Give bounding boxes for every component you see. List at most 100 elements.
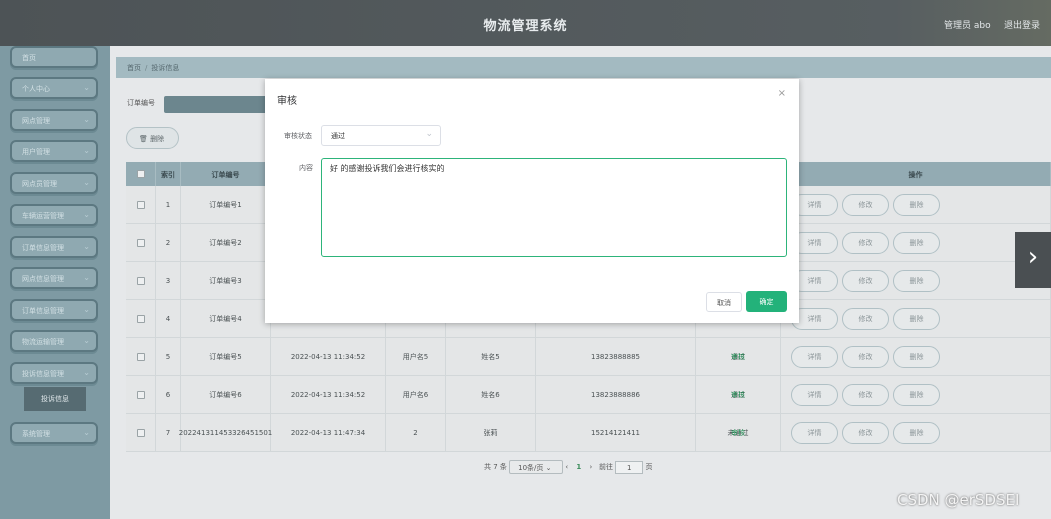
cell-time: 2022-04-13 11:47:34 (271, 414, 386, 452)
cell-time: 2022-04-13 11:34:52 (271, 338, 386, 376)
close-icon[interactable]: × (778, 88, 786, 99)
cancel-button[interactable]: 取消 (706, 292, 742, 312)
cell-actions: 详情 修改 删除 (781, 414, 1051, 452)
edit-button[interactable]: 修改 (842, 232, 889, 254)
edit-button[interactable]: 修改 (842, 384, 889, 406)
checkbox-icon (136, 277, 145, 285)
chevron-down-icon: ⌄ (83, 428, 90, 437)
goto-page-input[interactable]: 1 (615, 460, 644, 474)
search-input[interactable] (164, 96, 274, 113)
sidebar-item[interactable]: 网点员管理 ⌄ (10, 172, 98, 194)
dialog-title: 审核 (277, 96, 297, 107)
audit-link[interactable]: 审核 (731, 352, 745, 363)
current-user: 管理员 abo (944, 21, 991, 31)
confirm-button[interactable]: 确定 (746, 291, 787, 312)
chevron-right-icon[interactable]: › (1015, 232, 1051, 288)
detail-button[interactable]: 详情 (791, 384, 838, 406)
cell-actions: 详情 修改 删除 (781, 376, 1051, 414)
chevron-down-icon: ⌄ (83, 336, 90, 345)
sidebar-item[interactable]: 物流运输管理 ⌄ (10, 330, 98, 352)
row-checkbox[interactable] (126, 376, 156, 414)
next-page-icon[interactable]: › (590, 463, 593, 471)
row-delete-button[interactable]: 删除 (893, 384, 940, 406)
cell-order: 订单编号6 (181, 376, 271, 414)
top-header: 物流管理系统 管理员 abo 退出登录 (0, 0, 1051, 46)
sidebar-item[interactable]: 订单信息管理 ⌄ (10, 236, 98, 258)
cell-phone: 13823888886 (536, 376, 696, 414)
checkbox-icon (136, 170, 145, 178)
row-delete-button[interactable]: 删除 (893, 422, 940, 444)
sidebar-item[interactable]: 用户管理 ⌄ (10, 140, 98, 162)
table-row: 6 订单编号6 2022-04-13 11:34:52 用户名6 姓名6 13823888… (126, 376, 1051, 414)
row-checkbox[interactable] (126, 300, 156, 338)
audit-link[interactable]: 审核 (731, 428, 745, 439)
table-row: 5 订单编号5 2022-04-13 11:34:52 用户名5 姓名5 13823888… (126, 338, 1051, 376)
cell-order: 订单编号5 (181, 338, 271, 376)
prev-page-icon[interactable]: ‹ (565, 463, 568, 471)
row-checkbox[interactable] (126, 224, 156, 262)
edit-button[interactable]: 修改 (842, 270, 889, 292)
row-delete-button[interactable]: 删除 (893, 194, 940, 216)
status-select[interactable]: 通过 ⌄ (321, 125, 441, 146)
logout-link[interactable]: 退出登录 (1004, 18, 1040, 31)
chevron-down-icon: ⌄ (83, 368, 90, 377)
cell-audit: 审核 (696, 338, 781, 376)
sidebar-item[interactable]: 网点管理 ⌄ (10, 109, 98, 131)
cell-index: 3 (156, 262, 181, 300)
chevron-down-icon: ⌄ (83, 146, 90, 155)
checkbox-icon (136, 239, 145, 247)
row-delete-button[interactable]: 删除 (893, 232, 940, 254)
checkbox-icon (136, 391, 145, 399)
breadcrumb-home[interactable]: 首页 (127, 64, 141, 72)
current-page[interactable]: 1 (576, 463, 581, 471)
row-checkbox[interactable] (126, 414, 156, 452)
breadcrumb-current: 投诉信息 (151, 64, 180, 72)
cell-name: 张莉 (446, 414, 536, 452)
sidebar-item-label: 网点信息管理 (22, 275, 64, 283)
cell-order: 订单编号4 (181, 300, 271, 338)
row-checkbox[interactable] (126, 186, 156, 224)
sidebar-item-label: 个人中心 (22, 85, 50, 93)
select-all-checkbox[interactable] (126, 162, 156, 186)
detail-button[interactable]: 详情 (791, 422, 838, 444)
cell-index: 4 (156, 300, 181, 338)
sidebar-item[interactable]: 订单信息管理 ⌄ (10, 299, 98, 321)
edit-button[interactable]: 修改 (842, 308, 889, 330)
page-size-select[interactable]: 10条/页 ⌄ (509, 460, 564, 474)
checkbox-icon (136, 353, 145, 361)
content-textarea[interactable]: 好 的感谢投诉我们会进行核实的 (321, 158, 787, 257)
column-header: 索引 (156, 162, 181, 186)
edit-button[interactable]: 修改 (842, 194, 889, 216)
cell-audit: 审核 (696, 414, 781, 452)
row-delete-button[interactable]: 删除 (893, 308, 940, 330)
checkbox-icon (136, 315, 145, 323)
detail-button[interactable]: 详情 (791, 346, 838, 368)
breadcrumb-separator: / (145, 64, 148, 72)
trash-icon: 🗑 (139, 135, 148, 143)
edit-button[interactable]: 修改 (842, 346, 889, 368)
sidebar-item[interactable]: 个人中心 ⌄ (10, 77, 98, 99)
cell-user: 用户名5 (386, 338, 446, 376)
cell-actions: 详情 修改 删除 (781, 338, 1051, 376)
audit-link[interactable]: 审核 (731, 390, 745, 401)
sidebar-subitem-complaint[interactable]: 投诉信息 (24, 387, 86, 411)
row-delete-button[interactable]: 删除 (893, 346, 940, 368)
edit-button[interactable]: 修改 (842, 422, 889, 444)
cell-name: 姓名6 (446, 376, 536, 414)
cell-name: 姓名5 (446, 338, 536, 376)
sidebar-item[interactable]: 首页 (10, 46, 98, 68)
sidebar-item[interactable]: 车辆运营管理 ⌄ (10, 204, 98, 226)
sidebar-item[interactable]: 网点信息管理 ⌄ (10, 267, 98, 289)
chevron-down-icon: ⌄ (83, 83, 90, 92)
chevron-down-icon: ⌄ (83, 305, 90, 314)
row-delete-button[interactable]: 删除 (893, 270, 940, 292)
page-unit: 页 (645, 463, 653, 471)
cell-index: 7 (156, 414, 181, 452)
row-checkbox[interactable] (126, 338, 156, 376)
sidebar-item[interactable]: 投诉信息管理 ⌄ (10, 362, 98, 384)
row-checkbox[interactable] (126, 262, 156, 300)
cell-order: 202241311453326451501 (179, 414, 272, 452)
sidebar-item[interactable]: 系统管理 ⌄ (10, 422, 98, 444)
chevron-down-icon: ⌄ (545, 464, 552, 472)
delete-button[interactable]: 🗑 删除 (126, 127, 179, 149)
